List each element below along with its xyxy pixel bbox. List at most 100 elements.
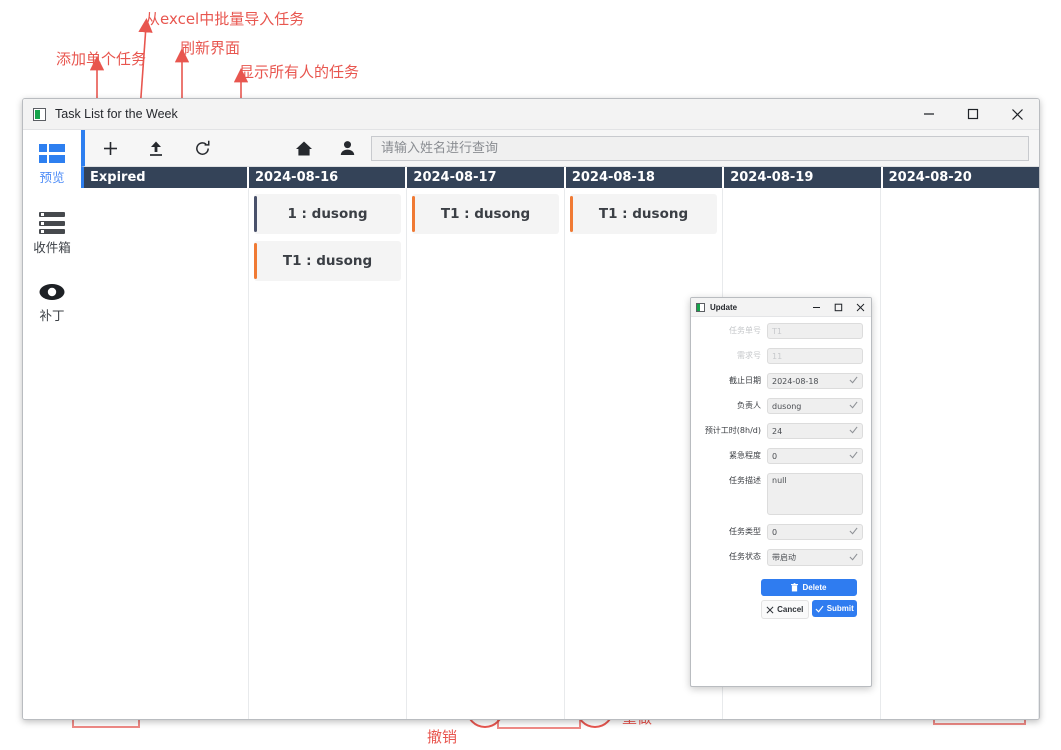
- task-card[interactable]: 1 : dusong: [254, 194, 401, 234]
- board-column-headers: Expired 2024-08-16 2024-08-17 2024-08-18…: [81, 167, 1039, 188]
- task-card[interactable]: T1 : dusong: [570, 194, 717, 234]
- window-controls: [907, 99, 1039, 129]
- field-task-status-label: 任务状态: [695, 549, 767, 565]
- field-requirement-no-label: 需求号: [695, 348, 767, 364]
- delete-button[interactable]: Delete: [761, 579, 857, 596]
- field-owner: 负责人 dusong: [695, 398, 863, 414]
- field-urgency: 紧急程度 0: [695, 448, 863, 464]
- field-owner-label: 负责人: [695, 398, 767, 414]
- dialog-actions: Delete Cancel Submit: [695, 575, 863, 619]
- field-task-no-label: 任务单号: [695, 323, 767, 339]
- task-card[interactable]: T1 : dusong: [412, 194, 559, 234]
- check-icon: [849, 527, 858, 538]
- grid-icon: [39, 144, 65, 164]
- field-task-no: 任务单号 T1: [695, 323, 863, 339]
- maximize-icon[interactable]: [951, 99, 995, 129]
- import-excel-button[interactable]: [133, 131, 179, 165]
- delete-button-label: Delete: [802, 583, 826, 592]
- field-due-date-input[interactable]: 2024-08-18: [767, 373, 863, 389]
- close-icon: [766, 606, 774, 614]
- window-body: 预览 收件箱 补丁: [23, 130, 1039, 720]
- field-due-date: 截止日期 2024-08-18: [695, 373, 863, 389]
- cancel-button-label: Cancel: [777, 605, 803, 614]
- dialog-minimize-icon[interactable]: [805, 298, 827, 316]
- column-header-expired: Expired: [81, 167, 249, 188]
- content-area: Expired 2024-08-16 2024-08-17 2024-08-18…: [81, 130, 1039, 720]
- field-due-date-label: 截止日期: [695, 373, 767, 389]
- submit-button[interactable]: Submit: [812, 600, 858, 617]
- column-header-2024-08-18: 2024-08-18: [566, 167, 724, 188]
- board-column-2024-08-16: 1 : dusong T1 : dusong: [249, 188, 407, 720]
- check-icon: [849, 552, 858, 563]
- submit-button-label: Submit: [827, 604, 854, 613]
- field-task-type: 任务类型 0: [695, 524, 863, 540]
- board-column-expired: [81, 188, 249, 720]
- field-task-type-label: 任务类型: [695, 524, 767, 540]
- field-estimated-hours-value: 24: [772, 427, 782, 436]
- eye-icon: [38, 282, 66, 302]
- task-board: 1 : dusong T1 : dusong T1 : dusong T1 : …: [81, 188, 1039, 720]
- field-estimated-hours: 预计工时(8h/d) 24: [695, 423, 863, 439]
- annotation-import-excel: 从excel中批量导入任务: [145, 9, 304, 29]
- task-card[interactable]: T1 : dusong: [254, 241, 401, 281]
- check-icon: [849, 426, 858, 437]
- dialog-body: 任务单号 T1 需求号 11 截止日期 2024-08-18 负责人 duson…: [691, 317, 871, 619]
- window-titlebar: Task List for the Week: [23, 99, 1039, 130]
- field-requirement-no: 需求号 11: [695, 348, 863, 364]
- refresh-button[interactable]: [179, 131, 225, 165]
- user-filter-button[interactable]: [327, 131, 367, 165]
- field-urgency-value: 0: [772, 452, 777, 461]
- sidebar-item-inbox-label: 收件箱: [33, 237, 71, 256]
- column-header-2024-08-19: 2024-08-19: [724, 167, 882, 188]
- check-icon: [849, 451, 858, 462]
- sidebar: 预览 收件箱 补丁: [23, 130, 81, 720]
- dialog-cancel-submit-row: Cancel Submit: [761, 600, 857, 619]
- field-task-status-input[interactable]: 带启动: [767, 549, 863, 566]
- field-owner-value: dusong: [772, 402, 801, 411]
- field-task-status: 任务状态 带启动: [695, 549, 863, 566]
- sidebar-item-preview[interactable]: 预览: [23, 144, 81, 186]
- trash-icon: [791, 583, 798, 592]
- toolbar: [81, 130, 1039, 167]
- dialog-title: Update: [710, 303, 737, 312]
- board-column-2024-08-17: T1 : dusong: [407, 188, 565, 720]
- annotation-undo: 撤销: [427, 727, 457, 747]
- field-owner-input[interactable]: dusong: [767, 398, 863, 414]
- board-column-2024-08-20: [881, 188, 1039, 720]
- field-due-date-value: 2024-08-18: [772, 377, 819, 386]
- main-window: Task List for the Week 预览 收件箱: [22, 98, 1040, 720]
- check-icon: [849, 401, 858, 412]
- cancel-button[interactable]: Cancel: [761, 600, 809, 619]
- home-icon[interactable]: [281, 131, 327, 165]
- field-requirement-no-input: 11: [767, 348, 863, 364]
- field-task-no-input: T1: [767, 323, 863, 339]
- field-task-type-input[interactable]: 0: [767, 524, 863, 540]
- field-task-type-value: 0: [772, 528, 777, 537]
- sidebar-item-patch[interactable]: 补丁: [23, 282, 81, 324]
- annotation-show-all: 显示所有人的任务: [239, 62, 359, 82]
- field-description: 任务描述 null: [695, 473, 863, 515]
- sidebar-item-inbox[interactable]: 收件箱: [23, 212, 81, 256]
- dialog-maximize-icon[interactable]: [827, 298, 849, 316]
- check-icon: [815, 605, 824, 613]
- column-header-2024-08-17: 2024-08-17: [407, 167, 565, 188]
- sidebar-item-patch-label: 补丁: [39, 305, 64, 324]
- field-description-label: 任务描述: [695, 473, 767, 489]
- annotation-refresh-ui: 刷新界面: [180, 38, 240, 58]
- field-description-input[interactable]: null: [767, 473, 863, 515]
- add-task-button[interactable]: [87, 131, 133, 165]
- check-icon: [849, 376, 858, 387]
- search-input[interactable]: [371, 136, 1029, 161]
- window-title: Task List for the Week: [55, 107, 178, 121]
- list-icon: [39, 212, 65, 234]
- close-icon[interactable]: [995, 99, 1039, 129]
- column-header-2024-08-16: 2024-08-16: [249, 167, 407, 188]
- field-task-status-value: 带启动: [772, 552, 796, 563]
- field-urgency-label: 紧急程度: [695, 448, 767, 464]
- dialog-close-icon[interactable]: [849, 298, 871, 316]
- field-estimated-hours-input[interactable]: 24: [767, 423, 863, 439]
- field-estimated-hours-label: 预计工时(8h/d): [695, 423, 767, 439]
- minimize-icon[interactable]: [907, 99, 951, 129]
- field-urgency-input[interactable]: 0: [767, 448, 863, 464]
- column-header-2024-08-20: 2024-08-20: [883, 167, 1039, 188]
